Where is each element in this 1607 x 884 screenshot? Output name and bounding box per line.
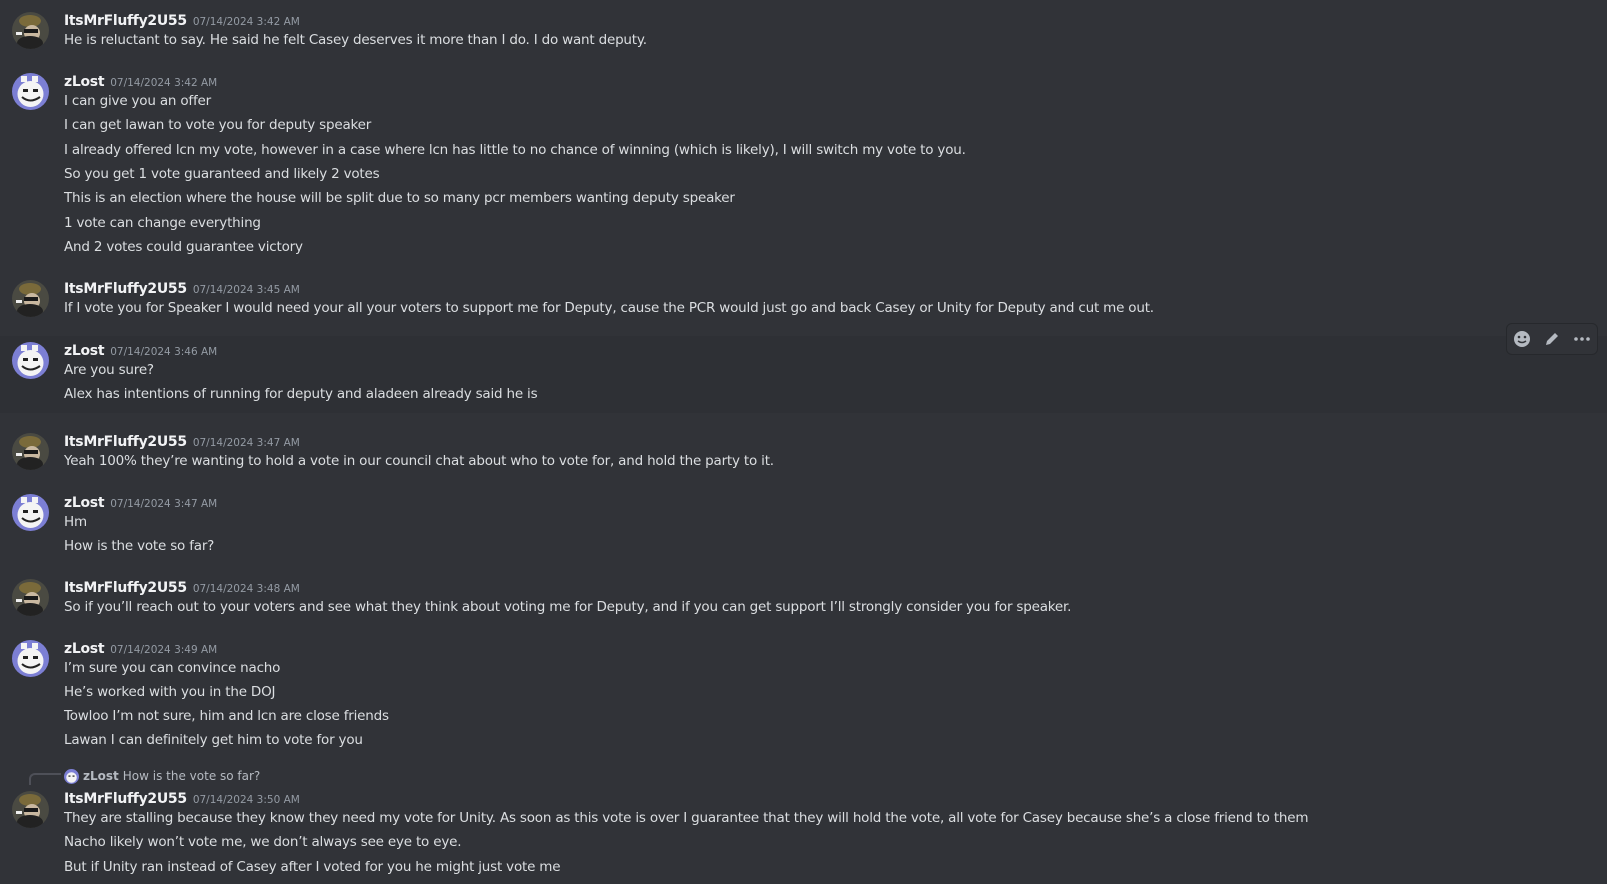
message-text: I already offered lcn my vote, however i… [64, 142, 966, 158]
message-actions-toolbar [1506, 323, 1598, 355]
user-avatar[interactable] [12, 579, 49, 616]
message-text: I can get lawan to vote you for deputy s… [64, 117, 372, 133]
message-group: ItsMrFluffy2U55 07/14/2024 3:48 AM So if … [0, 567, 1607, 627]
message-text: Towloo I’m not sure, him and lcn are clo… [64, 708, 389, 724]
message-timestamp: 07/14/2024 3:50 AM [192, 794, 300, 806]
username[interactable]: ItsMrFluffy2U55 [64, 281, 187, 297]
username[interactable]: zLost [64, 495, 105, 511]
more-options-button[interactable] [1569, 326, 1595, 352]
message-timestamp: 07/14/2024 3:46 AM [110, 346, 218, 358]
message-text: Alex has intentions of running for deput… [64, 386, 538, 402]
message-text: This is an election where the house will… [64, 190, 735, 206]
user-avatar[interactable] [12, 494, 49, 531]
message-text: If I vote you for Speaker I would need y… [64, 300, 1154, 316]
username[interactable]: ItsMrFluffy2U55 [64, 791, 187, 807]
more-options-icon [1574, 337, 1590, 341]
user-avatar[interactable] [12, 791, 49, 828]
message-text: Lawan I can definitely get him to vote f… [64, 732, 363, 748]
message-text: So you get 1 vote guaranteed and likely … [64, 166, 380, 182]
add-reaction-button[interactable] [1509, 326, 1535, 352]
user-avatar[interactable] [12, 280, 49, 317]
message-text: How is the vote so far? [64, 538, 215, 554]
message-timestamp: 07/14/2024 3:42 AM [192, 16, 300, 28]
message-timestamp: 07/14/2024 3:45 AM [192, 284, 300, 296]
add-reaction-icon [1514, 331, 1530, 347]
username[interactable]: zLost [64, 343, 105, 359]
message-timestamp: 07/14/2024 3:47 AM [110, 498, 218, 510]
message-group: zLost 07/14/2024 3:49 AM I’m sure you can… [0, 628, 1607, 756]
message-text: So if you’ll reach out to your voters an… [64, 599, 1072, 615]
message-timestamp: 07/14/2024 3:47 AM [192, 437, 300, 449]
message-text: And 2 votes could guarantee victory [64, 239, 303, 255]
username[interactable]: zLost [64, 74, 105, 90]
message-timestamp: 07/14/2024 3:42 AM [110, 77, 218, 89]
message-text: Yeah 100% they’re wanting to hold a vote… [64, 453, 774, 469]
user-avatar[interactable] [12, 12, 49, 49]
message-group: zLost 07/14/2024 3:47 AM Hm How is the vo… [0, 482, 1607, 562]
message-text: He’s worked with you in the DOJ [64, 684, 276, 700]
user-avatar[interactable] [12, 640, 49, 677]
message-timestamp: 07/14/2024 3:48 AM [192, 583, 300, 595]
username[interactable]: zLost [64, 641, 105, 657]
user-avatar[interactable] [12, 342, 49, 379]
username[interactable]: ItsMrFluffy2U55 [64, 434, 187, 450]
message-text: Hm [64, 514, 87, 530]
message-group: ItsMrFluffy2U55 07/14/2024 3:42 AM He is … [0, 0, 1607, 60]
user-avatar[interactable] [12, 73, 49, 110]
message-group: ItsMrFluffy2U55 07/14/2024 3:45 AM If I v… [0, 268, 1607, 328]
message-text: Are you sure? [64, 362, 154, 378]
message-text: They are stalling because they know they… [64, 810, 1309, 826]
edit-icon [1546, 333, 1558, 345]
message-text: I can give you an offer [64, 93, 211, 109]
message-text: I’m sure you can convince nacho [64, 660, 281, 676]
message-group-hovered: zLost 07/14/2024 3:46 AM Are you sure? Al… [0, 336, 1607, 413]
edit-message-button[interactable] [1539, 326, 1565, 352]
message-text: 1 vote can change everything [64, 215, 261, 231]
message-group: zLost 07/14/2024 3:42 AM I can give you a… [0, 61, 1607, 266]
message-text: He is reluctant to say. He said he felt … [64, 32, 647, 48]
message-text: Nacho likely won’t vote me, we don’t alw… [64, 834, 462, 850]
message-group: ItsMrFluffy2U55 07/14/2024 3:47 AM Yeah 1… [0, 421, 1607, 481]
message-group: ItsMrFluffy2U55 07/14/2024 3:50 AM They a… [0, 779, 1607, 884]
chat-message-list: ItsMrFluffy2U55 07/14/2024 3:42 AM He is … [0, 0, 1607, 884]
user-avatar[interactable] [12, 433, 49, 470]
username[interactable]: ItsMrFluffy2U55 [64, 13, 187, 29]
message-timestamp: 07/14/2024 3:49 AM [110, 644, 218, 656]
message-text: But if Unity ran instead of Casey after … [64, 859, 561, 875]
username[interactable]: ItsMrFluffy2U55 [64, 580, 187, 596]
